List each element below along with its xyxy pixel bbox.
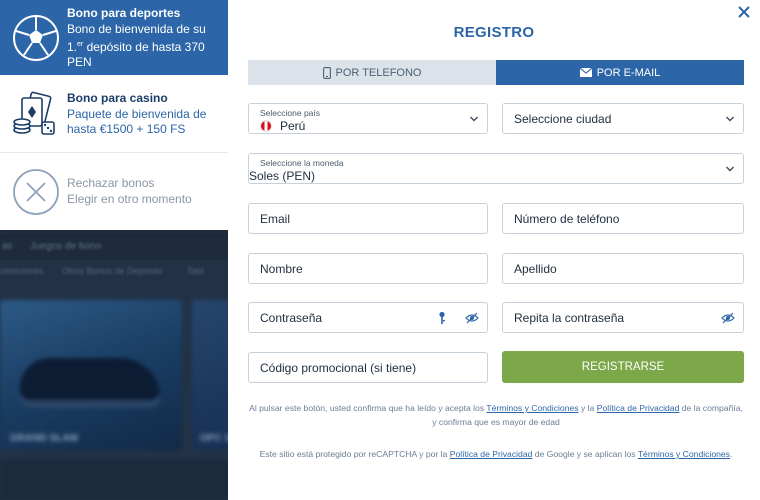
country-value: Perú bbox=[260, 119, 305, 133]
casino-chips-cards-icon bbox=[12, 90, 60, 138]
tab-email-label: POR E-MAIL bbox=[596, 66, 661, 79]
chevron-down-icon bbox=[470, 116, 478, 122]
bonus-text: Rechazar bonos Elegir en otro momento bbox=[67, 176, 220, 207]
tab-email[interactable]: POR E-MAIL bbox=[496, 60, 744, 85]
phone-icon bbox=[322, 66, 331, 79]
first-name-field[interactable]: Nombre bbox=[248, 253, 488, 284]
background-nav-item: as bbox=[2, 241, 13, 252]
registration-tabs: POR TELEFONO POR E-MAIL bbox=[248, 60, 744, 85]
bonus-option-sports[interactable]: Bono para deportes Bono de bienvenida de… bbox=[0, 0, 228, 75]
chevron-down-icon bbox=[726, 166, 734, 172]
terms-notice-text: Al pulsar este botón, usted confirma que… bbox=[249, 403, 487, 413]
chevron-down-icon bbox=[726, 116, 734, 122]
tab-phone-label: POR TELEFONO bbox=[335, 66, 422, 79]
background-subnav-item: omociones bbox=[0, 266, 44, 276]
eye-hidden-icon[interactable] bbox=[721, 312, 735, 324]
modal-title: REGISTRO bbox=[453, 24, 535, 41]
password-repeat-field[interactable]: Repita la contraseña bbox=[502, 302, 744, 333]
registration-modal: REGISTRO POR TELEFONO POR E-MAIL Selecci… bbox=[228, 0, 760, 500]
first-name-placeholder: Nombre bbox=[260, 262, 303, 276]
email-placeholder: Email bbox=[260, 212, 291, 226]
peru-flag-icon bbox=[260, 120, 272, 132]
bonus-title: Rechazar bonos bbox=[67, 176, 155, 190]
close-icon[interactable] bbox=[736, 4, 752, 20]
bonus-text: Bono para casino Paquete de bienvenida d… bbox=[67, 91, 220, 137]
currency-value: Soles (PEN) bbox=[249, 169, 316, 183]
reject-x-icon bbox=[12, 168, 60, 216]
password-placeholder: Contraseña bbox=[260, 311, 323, 325]
last-name-field[interactable]: Apellido bbox=[502, 253, 744, 284]
bonus-description: Elegir en otro momento bbox=[67, 192, 192, 206]
google-terms-link[interactable]: Términos y Condiciones bbox=[638, 449, 730, 459]
recaptcha-notice-text: . bbox=[729, 449, 733, 459]
bonus-desc-text: depósito de hasta 370 PEN bbox=[67, 39, 205, 69]
google-privacy-link[interactable]: Política de Privacidad bbox=[450, 449, 533, 459]
background-card-label: GRAND SLAM bbox=[10, 433, 78, 444]
bonus-description: Bono de bienvenida de su 1.er depósito d… bbox=[67, 22, 220, 70]
eye-hidden-icon[interactable] bbox=[465, 312, 479, 324]
background-game-card: OPC 3 bbox=[192, 300, 230, 450]
background-subnav: omociones Otros Bonos de Depósito Tabl bbox=[0, 262, 230, 284]
currency-select[interactable]: Seleccione la moneda Soles (PEN) bbox=[248, 153, 744, 184]
generate-password-key-icon[interactable] bbox=[437, 311, 447, 325]
background-subnav-item: Otros Bonos de Depósito bbox=[62, 266, 163, 276]
bonus-panel: Bono para deportes Bono de bienvenida de… bbox=[0, 0, 228, 230]
currency-label: Seleccione la moneda bbox=[260, 158, 344, 168]
privacy-policy-link[interactable]: Política de Privacidad bbox=[597, 403, 680, 413]
background-subnav-item: Tabl bbox=[187, 266, 204, 276]
background-nav-item: Juegos de bono bbox=[30, 241, 102, 252]
password-field[interactable]: Contraseña bbox=[248, 302, 488, 333]
phone-placeholder: Número de teléfono bbox=[514, 212, 620, 226]
register-button[interactable]: REGISTRARSE bbox=[502, 351, 744, 383]
bonus-title: Bono para deportes bbox=[67, 5, 181, 20]
city-select[interactable]: Seleccione ciudad bbox=[502, 103, 744, 134]
city-value: Seleccione ciudad bbox=[514, 112, 612, 126]
car-image bbox=[20, 358, 160, 408]
bonus-desc-sup: er bbox=[77, 40, 84, 48]
bonus-option-casino[interactable]: Bono para casino Paquete de bienvenida d… bbox=[0, 75, 228, 153]
bonus-title: Bono para casino bbox=[67, 90, 168, 105]
last-name-placeholder: Apellido bbox=[514, 262, 557, 276]
background-game-card bbox=[0, 460, 230, 500]
terms-link[interactable]: Términos y Condiciones bbox=[486, 403, 578, 413]
country-select[interactable]: Seleccione país Perú bbox=[248, 103, 488, 134]
country-label: Seleccione país bbox=[260, 108, 321, 118]
terms-notice-text: y la bbox=[578, 403, 597, 413]
bonus-description: Paquete de bienvenida de hasta €1500 + 1… bbox=[67, 106, 207, 136]
envelope-icon bbox=[579, 68, 592, 77]
bonus-option-reject[interactable]: Rechazar bonos Elegir en otro momento bbox=[0, 153, 228, 230]
recaptcha-notice-text: Este sitio está protegido por reCAPTCHA … bbox=[259, 449, 450, 459]
promo-code-field[interactable]: Código promocional (si tiene) bbox=[248, 352, 488, 383]
recaptcha-notice-text: de Google y se aplican los bbox=[532, 449, 638, 459]
phone-field[interactable]: Número de teléfono bbox=[502, 203, 744, 234]
email-field[interactable]: Email bbox=[248, 203, 488, 234]
tab-phone[interactable]: POR TELEFONO bbox=[248, 60, 496, 85]
promo-code-placeholder: Código promocional (si tiene) bbox=[260, 361, 417, 375]
background-card-label: OPC 3 bbox=[200, 433, 230, 444]
background-nav: as Juegos de bono bbox=[0, 234, 230, 260]
country-value-text: Perú bbox=[280, 119, 306, 133]
recaptcha-notice: Este sitio está protegido por reCAPTCHA … bbox=[248, 447, 744, 461]
soccer-ball-icon bbox=[12, 14, 60, 62]
terms-notice: Al pulsar este botón, usted confirma que… bbox=[248, 401, 744, 429]
background-game-card: GRAND SLAM bbox=[0, 300, 182, 450]
password-repeat-placeholder: Repita la contraseña bbox=[514, 311, 625, 325]
bonus-text: Bono para deportes Bono de bienvenida de… bbox=[67, 6, 220, 70]
